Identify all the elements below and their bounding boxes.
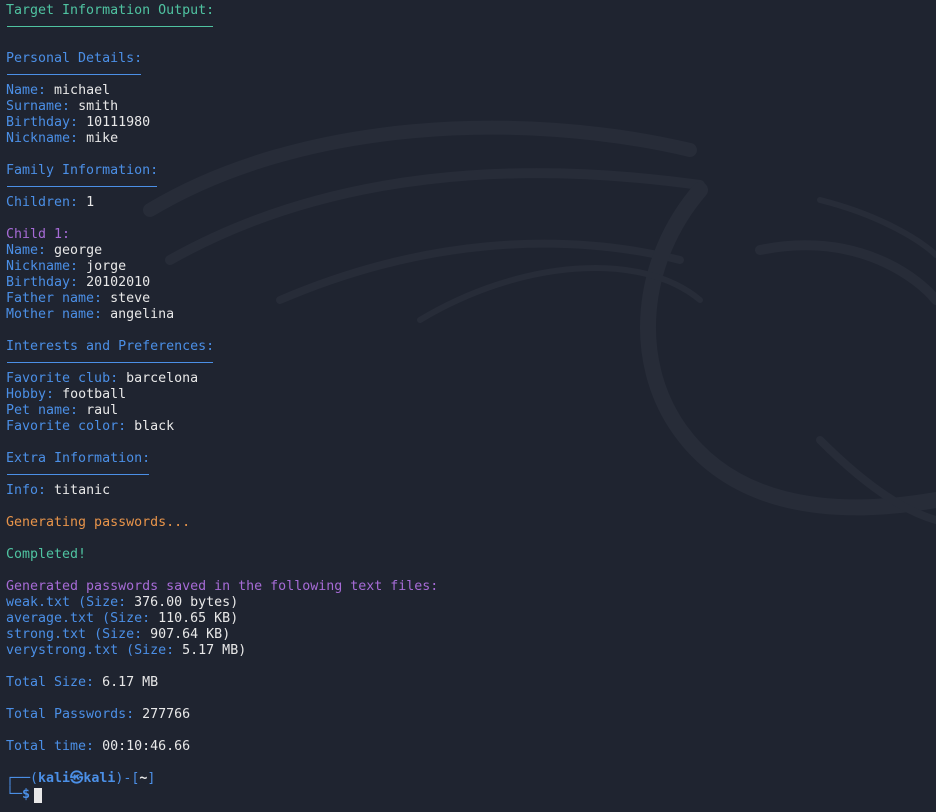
family-info-title: Family Information: <box>6 163 159 178</box>
child-row: Father name: steve <box>6 291 151 306</box>
child-title: Child 1: <box>6 227 71 242</box>
interest-row: Favorite club: barcelona <box>6 371 199 386</box>
interest-row: Hobby: football <box>6 387 127 402</box>
command-input-line[interactable]: └─ $ <box>6 787 930 803</box>
child-row: Name: george <box>6 243 103 258</box>
personal-row: Nickname: mike <box>6 131 119 146</box>
text-cursor[interactable] <box>34 787 43 803</box>
child-row: Mother name: angelina <box>6 307 175 322</box>
total-passwords-row: Total Passwords: 277766 <box>6 707 191 722</box>
interest-row: Favorite color: black <box>6 419 175 434</box>
prompt-user-host: kali㉿kali <box>38 771 116 786</box>
prompt-box-corner: └─ <box>6 787 23 802</box>
extra-info-underline <box>6 467 930 483</box>
completed-status: Completed! <box>6 547 87 562</box>
heading-underline <box>6 19 930 35</box>
file-row: average.txt (Size: 110.65 KB) <box>6 611 239 626</box>
prompt-box-start: ┌──( <box>6 771 39 786</box>
prompt-directory: ~ <box>139 771 148 786</box>
extra-info-row: Info: titanic <box>6 483 111 498</box>
family-info-underline <box>6 179 930 195</box>
generating-status: Generating passwords... <box>6 515 191 530</box>
personal-row: Birthday: 10111980 <box>6 115 151 130</box>
interest-row: Pet name: raul <box>6 403 119 418</box>
file-row: weak.txt (Size: 376.00 bytes) <box>6 595 239 610</box>
prompt-box-mid: )-[ <box>115 771 140 786</box>
personal-details-title: Personal Details: <box>6 51 143 66</box>
prompt-dollar: $ <box>22 787 31 802</box>
personal-details-underline <box>6 67 930 83</box>
child-row: Birthday: 20102010 <box>6 275 151 290</box>
personal-row: Name: michael <box>6 83 111 98</box>
saved-files-message: Generated passwords saved in the followi… <box>6 579 439 594</box>
file-row: strong.txt (Size: 907.64 KB) <box>6 627 231 642</box>
terminal-output[interactable]: Target Information Output: Personal Deta… <box>6 3 930 812</box>
extra-info-title: Extra Information: <box>6 451 151 466</box>
file-row: verystrong.txt (Size: 5.17 MB) <box>6 643 247 658</box>
children-count-row: Children: 1 <box>6 195 95 210</box>
personal-row: Surname: smith <box>6 99 119 114</box>
child-row: Nickname: jorge <box>6 259 127 274</box>
prompt-box-end: ] <box>147 771 156 786</box>
interests-title: Interests and Preferences: <box>6 339 215 354</box>
output-heading: Target Information Output: <box>6 3 215 18</box>
total-time-row: Total time: 00:10:46.66 <box>6 739 191 754</box>
shell-prompt: ┌──(kali㉿kali)-[~] <box>6 771 930 787</box>
total-size-row: Total Size: 6.17 MB <box>6 675 159 690</box>
interests-underline <box>6 355 930 371</box>
